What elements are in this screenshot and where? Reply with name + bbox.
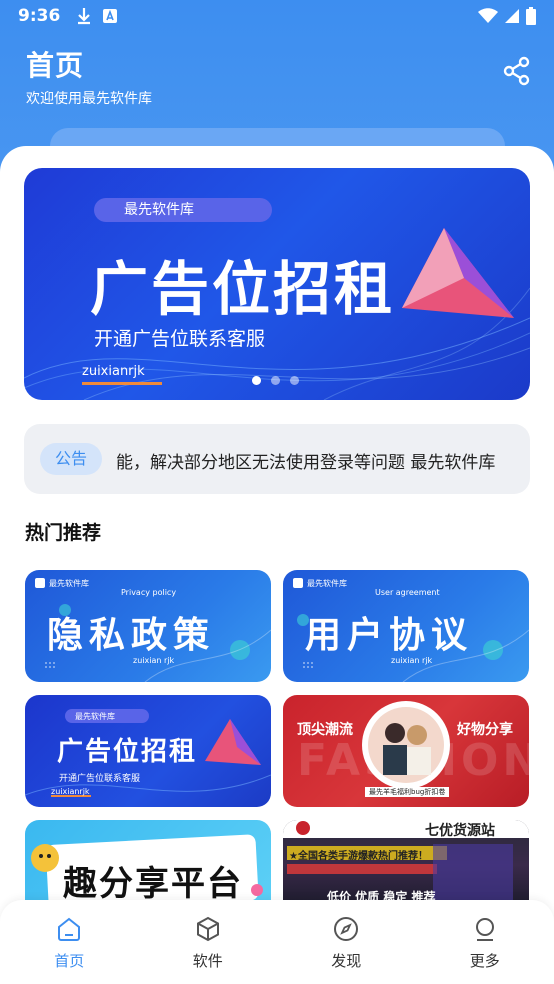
card-privacy-policy[interactable]: 最先软件库 Privacy policy 隐私政策 zuixian rjk	[25, 570, 271, 682]
header-title-block: 首页 欢迎使用最先软件库	[26, 44, 152, 108]
download-icon	[78, 8, 91, 25]
card-top-label: 七优货源站	[425, 823, 495, 839]
card-small-text: User agreement	[375, 588, 440, 597]
banner-headline: 广告位招租	[90, 255, 396, 323]
ad-banner[interactable]: 最先软件库 广告位招租 开通广告位联系客服 zuixianrjk	[24, 168, 530, 400]
banner-watermark: zuixianrjk	[82, 364, 145, 379]
card-fashion[interactable]: FASHION 顶尖潮流 好物分享 最先羊毛福利bug折扣卷	[283, 695, 529, 807]
banner-pagination	[252, 376, 299, 385]
tab-software[interactable]: 软件	[139, 900, 278, 984]
tab-label: 首页	[54, 952, 85, 970]
card-user-agreement[interactable]: 最先软件库 User agreement 用户协议 zuixian rjk	[283, 570, 529, 682]
status-bar: 9:36	[0, 0, 554, 32]
tab-more[interactable]: 更多	[416, 900, 554, 984]
card-small-text: Privacy policy	[121, 588, 177, 597]
section-title: 热门推荐	[25, 522, 102, 544]
share-icon[interactable]	[502, 56, 532, 86]
home-icon	[58, 917, 81, 941]
compass-icon	[334, 917, 359, 941]
card-subtitle: 开通广告位联系客服	[59, 774, 141, 784]
card-title: 用户协议	[305, 615, 474, 656]
user-icon	[475, 918, 494, 941]
page-title: 首页	[26, 49, 85, 82]
tab-label: 更多	[469, 952, 500, 970]
page-subtitle: 欢迎使用最先软件库	[26, 91, 152, 107]
status-time: 9:36	[18, 6, 61, 26]
card-left-label: 顶尖潮流	[297, 722, 353, 738]
card-footer: zuixianrjk	[51, 787, 90, 796]
bottom-tab-bar: 首页 软件 发现 更多	[0, 900, 554, 984]
notice-bar[interactable]: 公告 能，解决部分地区无法使用登录等问题 最先软件库	[24, 424, 530, 494]
card-footer: zuixian rjk	[391, 656, 433, 665]
card-title: 隐私政策	[47, 615, 216, 656]
card-caption: 最先羊毛福利bug折扣卷	[365, 787, 450, 797]
notice-text: 能，解决部分地区无法使用登录等问题 最先软件库	[116, 453, 496, 473]
card-share-platform[interactable]: 趣分享平台	[25, 820, 271, 910]
tab-discover[interactable]: 发现	[277, 900, 416, 984]
tab-label: 软件	[192, 952, 223, 970]
banner-dot[interactable]	[271, 376, 280, 385]
banner-dot[interactable]	[252, 376, 261, 385]
tab-label: 发现	[331, 952, 362, 970]
card-brand: 最先软件库	[307, 579, 347, 588]
card-line1: ★全国各类手游爆款热门推荐！	[289, 851, 428, 862]
card-ad-rental[interactable]: 最先软件库 广告位招租 开通广告位联系客服 zuixianrjk	[25, 695, 271, 807]
card-game-supply[interactable]: 七优货源站 ★全国各类手游爆款热门推荐！ 低价 优质 稳定 推荐	[283, 820, 529, 910]
battery-icon	[526, 7, 536, 25]
signal-icon	[505, 9, 519, 23]
banner-subline: 开通广告位联系客服	[94, 328, 266, 350]
card-brand: 最先软件库	[75, 712, 115, 721]
card-brand: 最先软件库	[49, 579, 89, 588]
wifi-icon	[478, 8, 498, 23]
card-footer: zuixian rjk	[133, 656, 175, 665]
notice-badge: 公告	[40, 443, 102, 475]
card-title: 广告位招租	[57, 737, 198, 767]
tab-home[interactable]: 首页	[0, 900, 139, 984]
banner-dot[interactable]	[290, 376, 299, 385]
card-right-label: 好物分享	[457, 722, 513, 738]
card-title: 趣分享平台	[63, 864, 243, 904]
cube-icon	[196, 916, 219, 942]
font-app-icon	[103, 9, 118, 23]
banner-chip: 最先软件库	[94, 198, 272, 222]
